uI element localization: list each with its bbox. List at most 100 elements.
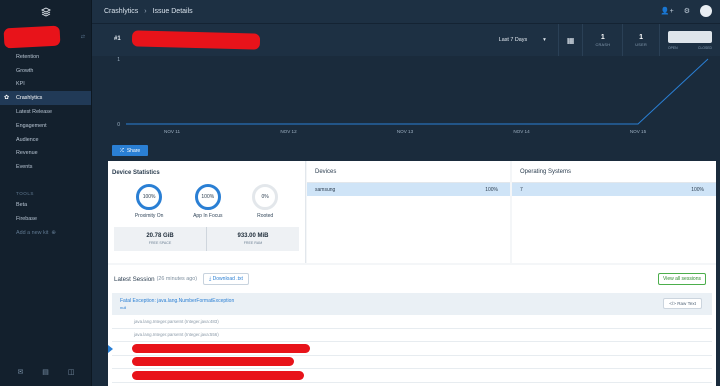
sidebar-item-label: Engagement — [16, 122, 47, 129]
sidebar-item-firebase[interactable]: Firebase — [0, 212, 91, 226]
sidebar-item-kpi[interactable]: KPI — [0, 78, 91, 92]
stack-frame-text: java.lang.Integer.parseInt (Integer.java… — [134, 332, 219, 338]
sidebar-item-label: Events — [16, 164, 33, 171]
toggle-open-label: OPEN — [668, 45, 678, 50]
free-ram-stat: 933.00 MiB FREE RAM — [206, 227, 299, 251]
breadcrumb-crashlytics[interactable]: Crashlytics — [104, 8, 138, 15]
device-statistics-panel: Device Statistics 100% Proximity On 100%… — [108, 161, 306, 263]
sidebar-item-retention[interactable]: Retention — [0, 50, 91, 64]
exception-box: Fatal Exception: java.lang.NumberFormatE… — [112, 293, 712, 315]
feedback-icon[interactable]: ◫ — [68, 368, 75, 376]
gear-icon[interactable]: ⚙ — [684, 7, 690, 15]
raw-text-label: Raw Text — [677, 301, 696, 306]
device-name: samsung — [315, 186, 336, 193]
stat-ring: 0% — [252, 184, 279, 210]
os-percent: 100% — [691, 186, 704, 193]
stack-frame[interactable]: java.lang.Integer.parseInt (Integer.java… — [112, 315, 712, 329]
open-closed-toggle[interactable]: OPEN CLOSED — [659, 24, 720, 56]
docs-icon[interactable]: ▤ — [42, 368, 49, 376]
sidebar: ⇄ Retention Growth KPI ✿ Crashlytics Late… — [0, 0, 92, 386]
free-space-stat: 20.78 GiB FREE SPACE — [114, 227, 206, 251]
session-age: (26 minutes ago) — [156, 276, 198, 282]
latest-session-panel: Latest Session (26 minutes ago) ⤓ Downlo… — [108, 265, 716, 386]
share-button[interactable]: ⤮ Share — [112, 145, 148, 156]
sidebar-item-beta[interactable]: Beta — [0, 198, 91, 212]
y-tick-label: 1 — [117, 57, 120, 63]
device-percent: 100% — [485, 186, 498, 193]
user-count-label: USER — [635, 42, 647, 47]
fabric-logo-icon[interactable] — [0, 0, 91, 24]
stack-frame[interactable]: java.lang.Integer.parseInt (Integer.java… — [112, 329, 712, 342]
mail-icon[interactable]: ✉ — [17, 368, 23, 376]
top-bar: Crashlytics › Issue Details 👤+ ⚙ — [92, 0, 720, 24]
crashlytics-icon: ✿ — [4, 95, 10, 102]
sidebar-item-label: Latest Release — [16, 109, 52, 116]
sidebar-item-label: Growth — [16, 67, 34, 74]
sidebar-item-latest-release[interactable]: Latest Release — [0, 105, 91, 119]
sidebar-item-engagement[interactable]: Engagement — [0, 119, 91, 133]
org-switcher[interactable]: ⇄ — [0, 24, 91, 50]
tools-heading: TOOLS — [16, 190, 34, 196]
crash-chart: 1 0 NOV 11 NOV 12 NOV 13 NOV 14 NOV 15 — [92, 56, 720, 140]
table-row[interactable]: samsung 100% — [307, 183, 510, 196]
free-space-value: 20.78 GiB — [146, 233, 174, 239]
download-label: Download .txt — [212, 276, 243, 282]
crash-chart-svg: 1 0 NOV 11 NOV 12 NOV 13 NOV 14 NOV 15 — [117, 57, 709, 134]
x-tick-label: NOV 15 — [630, 129, 647, 134]
stack-frame[interactable] — [112, 369, 712, 383]
table-row[interactable]: 7 100% — [512, 183, 716, 196]
breadcrumb: Crashlytics › Issue Details — [104, 8, 193, 15]
issue-number: #1 — [114, 36, 121, 42]
sidebar-item-label: KPI — [16, 81, 25, 88]
view-all-sessions-button[interactable]: View all sessions — [658, 273, 706, 285]
device-statistics-title: Device Statistics — [112, 170, 160, 176]
x-tick-label: NOV 12 — [280, 129, 297, 134]
redacted-frame — [132, 370, 304, 380]
sidebar-footer: ✉ ▤ ◫ — [0, 368, 92, 376]
user-count: 1 USER — [622, 24, 659, 56]
add-kit-label: Add a new kit — [16, 229, 49, 236]
add-user-icon[interactable]: 👤+ — [661, 7, 674, 15]
free-ram-value: 933.00 MiB — [237, 233, 269, 239]
raw-text-button[interactable]: </> Raw Text — [663, 298, 702, 309]
issue-header-controls: Last 7 Days ▾ ▦ 1 CRASH 1 USER OPEN CLOS… — [487, 24, 720, 56]
avatar[interactable] — [700, 5, 712, 17]
devices-panel: Devices samsung 100% — [307, 161, 510, 263]
sidebar-item-crashlytics[interactable]: ✿ Crashlytics — [0, 91, 91, 106]
sidebar-item-events[interactable]: Events — [0, 160, 91, 174]
x-tick-label: NOV 11 — [164, 129, 180, 134]
calendar-button[interactable]: ▦ — [557, 24, 583, 56]
latest-session-title: Latest Session — [114, 275, 155, 283]
operating-systems-panel: Operating Systems 7 100% — [512, 161, 716, 263]
exception-title[interactable]: Fatal Exception: java.lang.NumberFormatE… — [120, 298, 712, 304]
redacted-frame — [132, 357, 294, 367]
redacted-issue-title — [131, 30, 261, 50]
toggle-track[interactable] — [668, 30, 712, 43]
toggle-closed-label: CLOSED — [698, 45, 712, 50]
devices-title: Devices — [307, 161, 510, 183]
y-tick-label: 0 — [117, 122, 120, 128]
free-ram-label: FREE RAM — [243, 241, 263, 245]
stack-frame[interactable] — [112, 356, 712, 369]
sidebar-item-label: Audience — [16, 136, 39, 143]
toggle-labels: OPEN CLOSED — [668, 46, 712, 50]
sidebar-item-audience[interactable]: Audience — [0, 133, 91, 147]
sidebar-item-growth[interactable]: Growth — [0, 64, 91, 78]
sidebar-item-label: Beta — [16, 202, 28, 209]
free-space-label: FREE SPACE — [148, 241, 172, 245]
download-txt-button[interactable]: ⤓ Download .txt — [203, 273, 249, 285]
stat-label: App In Focus — [193, 213, 223, 219]
add-kit-link[interactable]: Add a new kit ⊕ — [0, 226, 91, 240]
download-icon: ⤓ — [209, 276, 212, 282]
sidebar-item-revenue[interactable]: Revenue — [0, 147, 91, 161]
crash-count: 1 CRASH — [582, 24, 622, 56]
stat-rooted: 0% Rooted — [252, 184, 279, 219]
stat-label: Rooted — [257, 213, 274, 219]
stack-frame[interactable] — [108, 342, 712, 356]
switch-org-icon[interactable]: ⇄ — [81, 34, 85, 40]
period-select[interactable]: Last 7 Days ▾ — [487, 24, 558, 56]
crash-count-label: CRASH — [595, 42, 611, 47]
latest-session-header: Latest Session (26 minutes ago) ⤓ Downlo… — [108, 265, 716, 293]
stat-ring: 100% — [194, 184, 221, 210]
operating-systems-title: Operating Systems — [512, 161, 716, 183]
